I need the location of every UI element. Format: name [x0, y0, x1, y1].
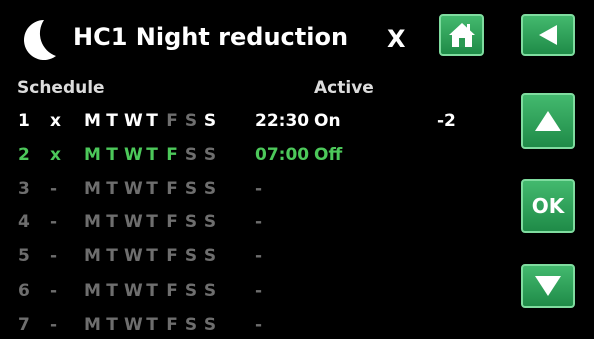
day-label: T [146, 179, 158, 199]
page-title: HC1 Night reduction [73, 23, 349, 51]
enabled-marker: - [50, 246, 58, 266]
schedule-time: 07:00 [255, 145, 310, 165]
back-button[interactable] [521, 14, 575, 56]
schedule-time: - [255, 246, 263, 266]
enabled-marker: - [50, 315, 58, 335]
day-label: T [146, 111, 158, 131]
day-label: S [184, 246, 198, 266]
active-header: Active [314, 78, 374, 98]
schedule-time: - [255, 179, 263, 199]
day-label: T [106, 179, 118, 199]
day-label: M [84, 179, 101, 199]
day-label: W [124, 246, 143, 266]
day-label: T [106, 246, 118, 266]
day-label: S [203, 246, 217, 266]
schedule-row-1[interactable]: 1 x M T W T F S S 22:30 On -2 [0, 111, 500, 135]
schedule-number: 4 [18, 212, 30, 232]
scroll-up-button[interactable] [521, 93, 575, 149]
day-label: T [146, 315, 158, 335]
schedule-number: 2 [18, 145, 30, 165]
enabled-marker: - [50, 179, 58, 199]
schedule-row-2[interactable]: 2 x M T W T F S S 07:00 Off [0, 145, 500, 169]
day-label: W [124, 111, 143, 131]
day-label: S [203, 281, 217, 301]
day-label: T [146, 246, 158, 266]
day-label: S [203, 111, 217, 131]
day-label: S [184, 179, 198, 199]
day-label: T [106, 315, 118, 335]
day-label: S [184, 281, 198, 301]
day-label: M [84, 111, 101, 131]
scroll-down-button[interactable] [521, 264, 575, 308]
day-label: W [124, 281, 143, 301]
enabled-marker: x [50, 111, 61, 131]
schedule-row-3[interactable]: 3-MTWTFSS- [0, 179, 500, 203]
home-icon [448, 23, 475, 47]
day-label: F [166, 281, 178, 301]
arrow-down-icon [535, 276, 561, 296]
day-label: F [166, 111, 178, 131]
day-label: S [184, 111, 198, 131]
day-label: W [124, 179, 143, 199]
schedule-row-6[interactable]: 6-MTWTFSS- [0, 281, 500, 305]
schedule-time: 22:30 [255, 111, 310, 131]
day-label: M [84, 281, 101, 301]
day-label: M [84, 315, 101, 335]
schedule-number: 3 [18, 179, 30, 199]
schedule-header: Schedule [17, 78, 105, 98]
day-label: S [184, 145, 198, 165]
enabled-marker: - [50, 212, 58, 232]
day-label: T [106, 212, 118, 232]
day-label: S [203, 315, 217, 335]
day-label: F [166, 212, 178, 232]
day-label: T [106, 281, 118, 301]
enabled-marker: - [50, 281, 58, 301]
day-label: W [124, 212, 143, 232]
day-label: W [124, 315, 143, 335]
day-label: F [166, 145, 178, 165]
day-label: F [166, 179, 178, 199]
schedule-number: 5 [18, 246, 30, 266]
enabled-marker: x [50, 145, 61, 165]
schedule-time: - [255, 315, 263, 335]
day-label: F [166, 246, 178, 266]
day-label: F [166, 315, 178, 335]
arrow-up-icon [535, 111, 561, 131]
schedule-row-4[interactable]: 4-MTWTFSS- [0, 212, 500, 236]
schedule-number: 7 [18, 315, 30, 335]
day-label: S [203, 179, 217, 199]
day-label: M [84, 145, 101, 165]
day-label: S [203, 212, 217, 232]
schedule-row-5[interactable]: 5-MTWTFSS- [0, 246, 500, 270]
day-label: T [106, 145, 118, 165]
day-label: T [106, 111, 118, 131]
day-label: T [146, 145, 158, 165]
day-label: S [184, 315, 198, 335]
day-label: S [184, 212, 198, 232]
schedule-state: Off [314, 145, 343, 165]
schedule-number: 1 [18, 111, 30, 131]
day-label: M [84, 246, 101, 266]
day-label: M [84, 212, 101, 232]
day-label: W [124, 145, 143, 165]
back-arrow-icon [539, 25, 557, 45]
home-button[interactable] [439, 14, 484, 56]
ok-button[interactable]: OK [521, 179, 575, 233]
schedule-state: On [314, 111, 341, 131]
schedule-offset: -2 [437, 111, 456, 131]
day-label: T [146, 281, 158, 301]
schedule-number: 6 [18, 281, 30, 301]
schedule-time: - [255, 281, 263, 301]
close-button[interactable]: X [387, 25, 406, 53]
schedule-row-7[interactable]: 7-MTWTFSS- [0, 315, 500, 339]
schedule-time: - [255, 212, 263, 232]
day-label: S [203, 145, 217, 165]
day-label: T [146, 212, 158, 232]
moon-icon [23, 20, 56, 61]
